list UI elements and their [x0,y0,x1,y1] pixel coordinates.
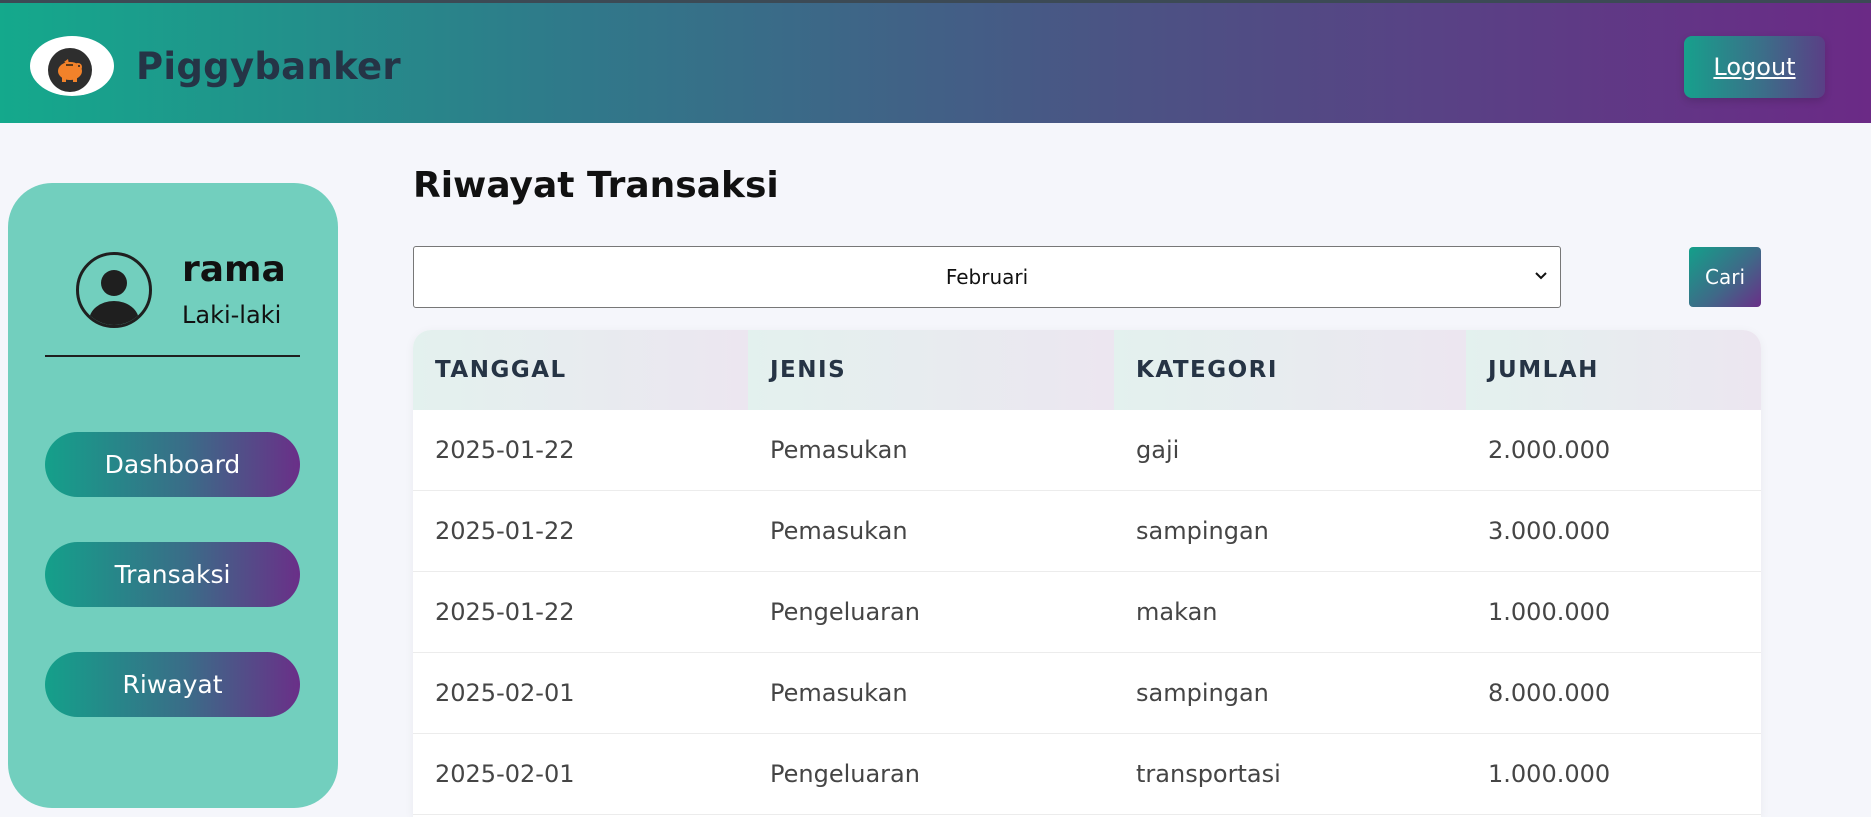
cell-jumlah: 8.000.000 [1488,679,1611,707]
logout-button[interactable]: Logout [1684,36,1825,98]
nav-riwayat-button[interactable]: Riwayat [45,652,300,717]
month-select-value: Februari [945,265,1029,289]
chevron-down-icon [1535,272,1547,280]
cell-kategori: gaji [1136,436,1180,464]
user-avatar-icon [76,252,152,328]
cell-jenis: Pemasukan [770,436,908,464]
nav-transaksi-button[interactable]: Transaksi [45,542,300,607]
cell-jenis: Pengeluaran [770,598,920,626]
month-select[interactable]: Februari [413,246,1561,308]
table-row: 2025-01-22 Pemasukan sampingan 3.000.000 [413,491,1761,572]
cell-tanggal: 2025-01-22 [435,598,575,626]
cell-kategori: sampingan [1136,679,1269,707]
user-name: rama [182,249,286,290]
cell-tanggal: 2025-02-01 [435,679,575,707]
cell-jumlah: 2.000.000 [1488,436,1611,464]
cell-kategori: sampingan [1136,517,1269,545]
brand-name: Piggybanker [136,45,401,88]
profile-divider [45,355,300,357]
table-row: 2025-02-01 Pemasukan sampingan 8.000.000 [413,653,1761,734]
logo [30,36,114,96]
transaction-table: TANGGAL JENIS KATEGORI JUMLAH 2025-01-22… [413,330,1761,817]
cell-jenis: Pemasukan [770,517,908,545]
table-row: 2025-01-22 Pengeluaran makan 1.000.000 [413,572,1761,653]
cell-tanggal: 2025-01-22 [435,436,575,464]
table-row: 2025-02-01 Pengeluaran transportasi 1.00… [413,734,1761,815]
sidebar: rama Laki-laki Dashboard Transaksi Riway… [8,183,338,808]
table-row: 2025-01-22 Pemasukan gaji 2.000.000 [413,410,1761,491]
cell-kategori: transportasi [1136,760,1281,788]
table-header: TANGGAL JENIS KATEGORI JUMLAH [413,330,1761,410]
cell-jenis: Pengeluaran [770,760,920,788]
cell-tanggal: 2025-01-22 [435,517,575,545]
piggy-bank-icon [48,48,92,92]
column-header-kategori: KATEGORI [1114,330,1466,410]
column-header-jenis: JENIS [748,330,1114,410]
column-header-tanggal: TANGGAL [413,330,748,410]
cell-jumlah: 1.000.000 [1488,598,1611,626]
cell-kategori: makan [1136,598,1218,626]
column-header-jumlah: JUMLAH [1466,330,1761,410]
cell-tanggal: 2025-02-01 [435,760,575,788]
search-button[interactable]: Cari [1689,247,1761,307]
top-header: Piggybanker Logout [0,0,1871,123]
page-title: Riwayat Transaksi [413,165,779,206]
user-gender: Laki-laki [182,301,282,329]
cell-jenis: Pemasukan [770,679,908,707]
cell-jumlah: 1.000.000 [1488,760,1611,788]
nav-dashboard-button[interactable]: Dashboard [45,432,300,497]
cell-jumlah: 3.000.000 [1488,517,1611,545]
